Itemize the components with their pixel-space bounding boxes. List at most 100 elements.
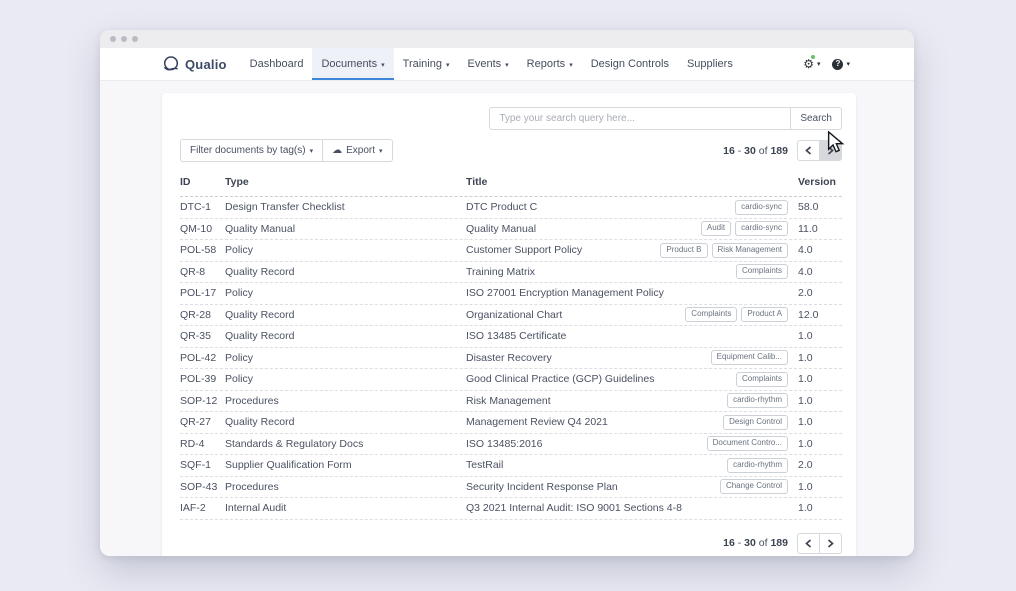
doc-id: QR-28 [180,309,225,321]
table-row[interactable]: IAF-2Internal AuditQ3 2021 Internal Audi… [180,498,842,520]
table-row[interactable]: DTC-1Design Transfer ChecklistDTC Produc… [180,197,842,219]
doc-tags: Audit cardio-sync [701,221,788,236]
tag-chip: cardio-rhythm [727,458,788,473]
pagination-buttons [797,140,842,161]
search-row: Search [180,107,842,130]
doc-title: Quality Manual [466,223,701,235]
doc-type: Procedures [225,481,466,493]
doc-id: RD-4 [180,438,225,450]
chevron-down-icon: ▾ [379,147,383,155]
table-row[interactable]: SQF-1Supplier Qualification FormTestRail… [180,455,842,477]
nav-right-icons: ⚙ ▾ ? ▾ [803,48,850,80]
table-row[interactable]: QM-10Quality ManualQuality ManualAuditca… [180,219,842,241]
nav-item-reports[interactable]: Reports▾ [518,48,582,80]
nav-item-training[interactable]: Training ▾ [394,48,459,80]
doc-title: Customer Support Policy [466,244,660,256]
table-row[interactable]: POL-39PolicyGood Clinical Practice (GCP)… [180,369,842,391]
table-row[interactable]: SOP-43ProceduresSecurity Incident Respon… [180,477,842,499]
export-button[interactable]: ☁ Export ▾ [322,139,392,162]
tag-chip: Product A [741,307,788,322]
doc-type: Policy [225,244,466,256]
nav-item-dashboard[interactable]: Dashboard [241,48,313,80]
doc-id: IAF-2 [180,502,225,514]
column-header-type[interactable]: Type [225,176,466,188]
tag-chip: Audit [701,221,731,236]
chevron-down-icon: ▾ [846,60,850,68]
browser-window: Qualio DashboardDocuments▾ Training ▾ Event… [100,30,914,556]
chevron-down-icon: ▾ [817,60,821,68]
nav-item-events[interactable]: Events▾ [459,48,518,80]
window-dot[interactable] [132,36,138,42]
nav-items: DashboardDocuments▾Training▾Events▾Repor… [241,48,742,80]
doc-version: 1.0 [798,502,842,514]
filter-by-tags-button[interactable]: Filter documents by tag(s) ▾ [180,139,323,162]
doc-tags: cardio-rhythm [727,393,788,408]
doc-id: POL-17 [180,287,225,299]
chevron-down-icon: ▾ [381,61,385,69]
column-header-version[interactable]: Version [798,176,842,188]
doc-title: Disaster Recovery [466,352,711,364]
status-dot [811,55,815,59]
window-dot[interactable] [110,36,116,42]
nav-item-label: Training [403,58,442,70]
table-row[interactable]: POL-42PolicyDisaster RecoveryEquipment C… [180,348,842,370]
doc-tags: Document Contro... [707,436,788,451]
table-row[interactable]: POL-17PolicyISO 27001 Encryption Managem… [180,283,842,305]
chevron-down-icon: ▾ [446,61,450,69]
tag-chip: Equipment Calib... [711,350,788,365]
doc-version: 1.0 [798,373,842,385]
doc-title: ISO 27001 Encryption Management Policy [466,287,788,299]
window-dot[interactable] [121,36,127,42]
table-row[interactable]: QR-27Quality RecordManagement Review Q4 … [180,412,842,434]
top-navbar: Qualio DashboardDocuments▾ Training ▾ Event… [100,48,914,81]
settings-menu[interactable]: ⚙ ▾ [803,58,820,70]
nav-item-documents[interactable]: Documents▾ [312,48,393,80]
chevron-right-icon [827,539,834,548]
qualio-logo-icon [162,55,180,73]
controls-row: Filter documents by tag(s) ▾ ☁ Export ▾ … [180,139,842,162]
search-button[interactable]: Search [790,107,842,130]
nav-item-label: Events [468,58,502,70]
doc-tags: Design Control [723,415,788,430]
nav-item-suppliers[interactable]: Suppliers [678,48,742,80]
doc-type: Design Transfer Checklist [225,201,466,213]
column-header-id[interactable]: ID [180,176,225,188]
document-table-body: DTC-1Design Transfer ChecklistDTC Produc… [180,197,842,520]
filter-button-label: Filter documents by tag(s) [190,145,306,156]
nav-item-design-controls[interactable]: Design Controls [582,48,678,80]
previous-page-button[interactable] [797,533,820,554]
doc-type: Internal Audit [225,502,466,514]
page-content: Search Filter documents by tag(s) ▾ ☁ Ex… [100,81,914,556]
doc-id: DTC-1 [180,201,225,213]
search-input[interactable] [489,107,791,130]
next-page-button[interactable] [819,140,842,161]
doc-id: POL-58 [180,244,225,256]
doc-type: Quality Record [225,416,466,428]
tag-chip: cardio-sync [735,221,788,236]
doc-version: 2.0 [798,459,842,471]
previous-page-button[interactable] [797,140,820,161]
column-header-title[interactable]: Title [466,176,798,188]
qualio-brand[interactable]: Qualio [162,48,227,80]
doc-title: Management Review Q4 2021 [466,416,723,428]
nav-item-label: Suppliers [687,58,733,70]
table-row[interactable]: QR-28Quality RecordOrganizational ChartC… [180,305,842,327]
doc-id: QM-10 [180,223,225,235]
next-page-button[interactable] [819,533,842,554]
table-row[interactable]: QR-35Quality RecordISO 13485 Certificate… [180,326,842,348]
doc-version: 4.0 [798,266,842,278]
table-row[interactable]: QR-8Quality RecordTraining MatrixComplai… [180,262,842,284]
table-row[interactable]: RD-4Standards & Regulatory DocsISO 13485… [180,434,842,456]
doc-version: 12.0 [798,309,842,321]
doc-type: Quality Record [225,330,466,342]
help-menu[interactable]: ? ▾ [832,59,850,70]
doc-version: 2.0 [798,287,842,299]
doc-version: 1.0 [798,352,842,364]
doc-tags: Equipment Calib... [711,350,788,365]
doc-type: Standards & Regulatory Docs [225,438,466,450]
table-row[interactable]: POL-58PolicyCustomer Support PolicyProdu… [180,240,842,262]
doc-version: 11.0 [798,223,842,235]
table-header: ID Type Title Version [180,169,842,197]
table-row[interactable]: SOP-12ProceduresRisk Managementcardio-rh… [180,391,842,413]
doc-id: QR-27 [180,416,225,428]
